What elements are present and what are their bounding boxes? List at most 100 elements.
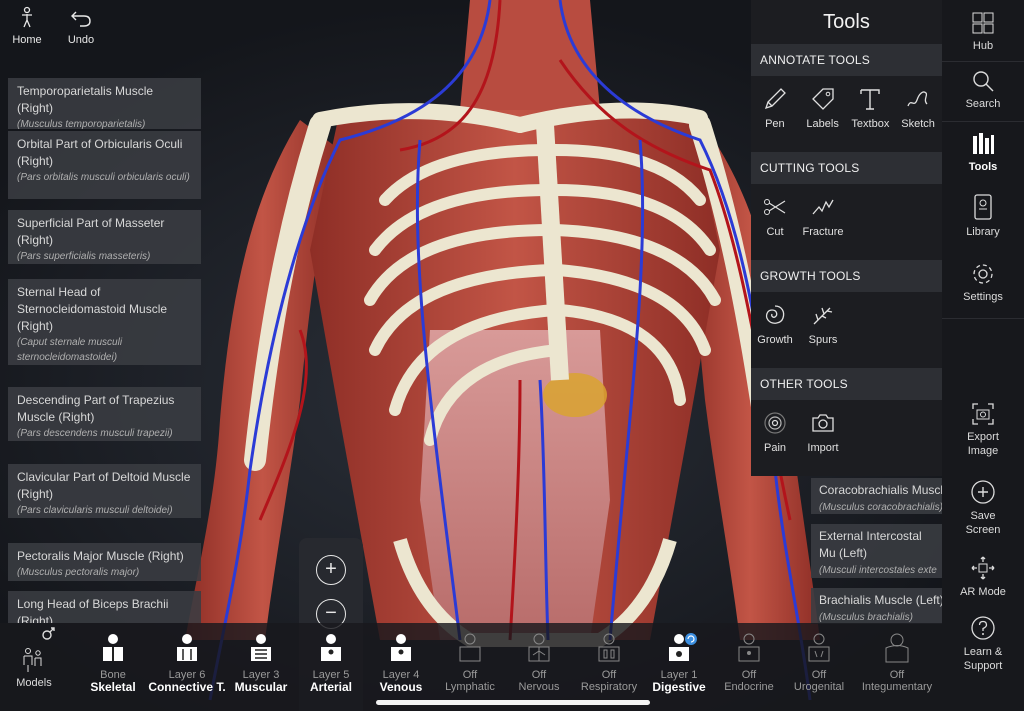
sketch-label: Sketch <box>901 118 935 130</box>
spurs-tool[interactable]: Spurs <box>799 302 847 368</box>
sketch-tool[interactable]: Sketch <box>894 86 942 152</box>
ar-icon <box>971 556 995 580</box>
home-label: Home <box>12 34 42 46</box>
hub-label: Hub <box>972 40 994 52</box>
growth-tool[interactable]: Growth <box>751 302 799 368</box>
layer-status: Off <box>889 669 905 681</box>
home-indicator[interactable] <box>376 700 650 705</box>
sidebar-item-library[interactable]: Library <box>942 193 1024 239</box>
import-label: Import <box>807 442 839 454</box>
integumentary-icon <box>885 633 909 663</box>
fracture-tool[interactable]: Fracture <box>799 194 847 260</box>
layers-bar: Models Bone Skeletal Layer 6 Connective … <box>0 623 942 711</box>
connective-tissue-icon <box>177 634 197 661</box>
label-latin: (Pars superficialis masseteris) <box>17 251 151 262</box>
library-label: Library <box>966 226 1000 238</box>
endocrine-icon <box>738 633 760 662</box>
fracture-icon <box>812 199 834 215</box>
cut-label: Cut <box>766 226 784 238</box>
models-icon <box>23 627 55 672</box>
label-sternocleidomastoid[interactable]: Sternal Head of Sternocleidomastoid Musc… <box>8 279 201 365</box>
models-label: Models <box>16 677 52 689</box>
layer-urogenital[interactable]: Off Urogenital <box>774 633 864 693</box>
label-latin: (Caput sternale musculi sternocleidomast… <box>17 337 123 363</box>
label-biceps-brachii[interactable]: Long Head of Biceps Brachii (Right) <box>8 591 201 623</box>
muscle-icon <box>251 634 271 661</box>
sidebar-item-export-image[interactable]: Export Image <box>942 402 1024 458</box>
nervous-icon <box>528 633 550 662</box>
label-pectoralis-major[interactable]: Pectoralis Major Muscle (Right) (Musculu… <box>8 543 201 581</box>
scissors-icon <box>764 199 786 215</box>
save-label: Save Screen <box>965 510 1001 536</box>
undo-button[interactable]: Undo <box>55 6 107 46</box>
cut-tool[interactable]: Cut <box>751 194 799 260</box>
label-latin: (Musculi intercostales exte <box>819 565 937 576</box>
label-brachialis[interactable]: Brachialis Muscle (Left) (Musculus brach… <box>811 588 944 624</box>
cutting-tools-heading: CUTTING TOOLS <box>751 152 942 184</box>
layer-status: Off <box>811 669 827 681</box>
sidebar-item-hub[interactable]: Hub <box>942 11 1024 53</box>
label-external-intercostal[interactable]: External Intercostal Mu (Left) (Musculi … <box>811 524 944 578</box>
label-name: Superficial Part of Masseter (Right) <box>17 216 165 247</box>
label-orbicularis-oculi[interactable]: Orbital Part of Orbicularis Oculi (Right… <box>8 131 201 199</box>
undo-label: Undo <box>67 34 95 46</box>
pain-tool[interactable]: Pain <box>751 410 799 476</box>
textbox-tool[interactable]: Textbox <box>847 86 895 152</box>
label-temporoparietalis[interactable]: Temporoparietalis Muscle (Right) (Muscul… <box>8 78 201 130</box>
tools-panel: Tools ANNOTATE TOOLS Pen Labels Textbox … <box>751 0 942 476</box>
search-icon <box>973 71 994 92</box>
sidebar-item-tools[interactable]: Tools <box>942 130 1024 174</box>
lymphatic-icon <box>459 633 481 662</box>
label-name: Brachialis Muscle (Left) <box>819 593 944 607</box>
labels-label: Labels <box>806 118 839 130</box>
sidebar-item-learn-support[interactable]: Learn & Support <box>942 615 1024 673</box>
label-latin: (Pars clavicularis musculi deltoidei) <box>17 505 173 516</box>
learn-label: Learn & Support <box>963 646 1003 672</box>
label-name: Descending Part of Trapezius Muscle (Rig… <box>17 393 175 424</box>
import-tool[interactable]: Import <box>799 410 847 476</box>
label-masseter[interactable]: Superficial Part of Masseter (Right) (Pa… <box>8 210 201 264</box>
artery-icon <box>321 634 341 661</box>
label-coracobrachialis[interactable]: Coracobrachialis Muscle (Musculus coraco… <box>811 478 944 514</box>
sidebar-item-ar-mode[interactable]: AR Mode <box>942 555 1024 599</box>
hub-icon <box>972 12 994 34</box>
label-latin: (Musculus pectoralis major) <box>17 567 140 578</box>
spurs-label: Spurs <box>808 334 838 346</box>
growth-icon <box>765 305 785 324</box>
sidebar-item-search[interactable]: Search <box>942 69 1024 111</box>
tools-label: Tools <box>968 161 998 173</box>
sketch-icon <box>907 91 928 107</box>
help-icon <box>971 616 995 640</box>
settings-label: Settings <box>963 291 1003 303</box>
sidebar-item-settings[interactable]: Settings <box>942 262 1024 304</box>
label-name: External Intercostal Mu (Left) <box>819 529 922 560</box>
gear-icon <box>973 264 993 284</box>
export-label: Export Image <box>967 431 999 457</box>
cutting-tools-row: Cut Fracture <box>751 184 942 260</box>
undo-icon <box>71 11 91 27</box>
label-deltoid[interactable]: Clavicular Part of Deltoid Muscle (Right… <box>8 464 201 518</box>
text-icon <box>860 89 881 110</box>
growth-tools-row: Growth Spurs <box>751 292 942 368</box>
spurs-icon <box>813 307 833 325</box>
skeleton-icon <box>103 634 123 661</box>
sidebar-divider <box>942 318 1024 319</box>
vein-icon <box>391 634 411 661</box>
pen-label: Pen <box>765 118 785 130</box>
layer-integumentary[interactable]: Off Integumentary <box>852 633 942 693</box>
other-tools-row: Pain Import <box>751 400 942 476</box>
pen-tool[interactable]: Pen <box>751 86 799 152</box>
home-button[interactable]: Home <box>1 6 53 46</box>
label-name: Sternal Head of Sternocleidomastoid Musc… <box>17 285 168 333</box>
search-label: Search <box>965 98 1001 110</box>
pen-icon <box>764 88 786 110</box>
annotate-tools-heading: ANNOTATE TOOLS <box>751 44 942 76</box>
label-latin: (Musculus temporoparietalis) <box>17 119 146 130</box>
sidebar-item-save-screen[interactable]: Save Screen <box>942 479 1024 537</box>
digestive-icon <box>669 633 697 661</box>
zoom-in-button[interactable]: + <box>316 555 346 585</box>
layer-name: Urogenital <box>793 681 845 693</box>
urogenital-icon <box>808 633 830 662</box>
label-trapezius[interactable]: Descending Part of Trapezius Muscle (Rig… <box>8 387 201 441</box>
labels-tool[interactable]: Labels <box>799 86 847 152</box>
